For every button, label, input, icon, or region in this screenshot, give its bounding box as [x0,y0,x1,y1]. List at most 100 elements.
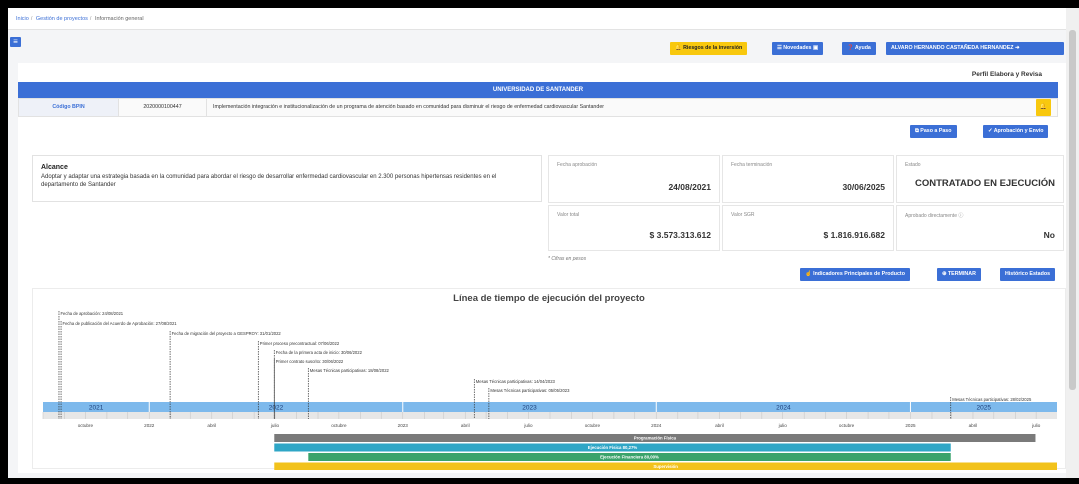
axis-tick-label: julio [270,423,280,428]
perfil-label: Perfil Elabora y Revisa [971,71,1042,78]
axis-tick-label: octubre [839,423,855,428]
event-label: Mesas Técnicas participativas: 05/05/202… [490,388,570,393]
event-label: Primer contrato suscrito: 30/06/2022 [276,359,344,364]
stat-valor-sgr: Valor SGR $ 1.816.916.682 [722,205,894,251]
bpin-label: Código BPIN [19,99,119,116]
terminar-button[interactable]: ⊕ TERMINAR [937,268,981,281]
event-label: Primer proceso precontractual: 07/06/202… [260,341,340,346]
axis-tick-label: octubre [585,423,601,428]
ayuda-button[interactable]: ❓ Ayuda [842,42,876,55]
terminar-label: TERMINAR [947,271,976,277]
aprobacion-label: Aprobación y Envío [993,128,1044,134]
axis-tick-label: abril [207,423,216,428]
app-window: Inicio / Gestión de proyectos / Informació… [8,8,1066,478]
stat-value: $ 3.573.313.612 [649,230,711,240]
stat-label: Fecha terminación [731,162,773,168]
year-label: 2022 [269,405,284,412]
sitemap-icon: ⧉ [915,128,919,134]
axis-tick-label: abril [461,423,470,428]
info-icon[interactable]: ⓘ [958,213,963,219]
stat-value: No [1043,230,1055,240]
user-menu-button[interactable]: ALVARO HERNANDO CASTAÑEDA HERNANDEZ ➜ [886,42,1064,55]
breadcrumb-section[interactable]: Gestión de proyectos [36,16,88,22]
stat-label: Estado [905,162,921,168]
stat-label: Aprobado directamente ⓘ [905,212,963,219]
event-label: Mesas Técnicas participativas: 18/08/202… [310,368,390,373]
check-icon: ✓ [988,128,993,134]
help-icon: ❓ [847,45,854,51]
top-bar: ≡ 🔔 Riesgos de la inversión ☰ Novedades … [8,31,1066,63]
axis-tick-label: julio [523,423,533,428]
riesgos-button[interactable]: 🔔 Riesgos de la inversión [670,42,748,55]
novedades-button[interactable]: ☰ Novedades ▣ [772,42,823,55]
stat-fecha-aprobacion: Fecha aprobación 24/08/2021 [548,155,720,203]
menu-icon[interactable]: ≡ [10,37,21,47]
stat-value: 24/08/2021 [668,182,711,192]
alcance-panel: Alcance Adoptar y adaptar una estrategia… [32,155,542,202]
circle-check-icon: ⊕ [942,271,947,277]
stat-label: Valor total [557,212,580,218]
breadcrumb-home[interactable]: Inicio [16,16,29,22]
badge-icon: ▣ [812,45,818,51]
project-description: Implementación integración e institucion… [213,104,605,110]
year-label: 2023 [522,405,537,412]
indicadores-button[interactable]: ☝ Indicadores Principales de Producto [800,268,910,281]
ayuda-label: Ayuda [854,45,871,51]
year-label: 2021 [89,405,104,412]
aprobacion-envio-button[interactable]: ✓ Aprobación y Envío [983,125,1049,138]
axis-tick-label: julio [778,423,788,428]
timeline-bar-label: Ejecución Física 80,27% [588,445,638,450]
event-label: Fecha de publicación del Acuerdo de Apro… [63,321,178,326]
axis-tick-label: 2025 [905,423,916,428]
stat-value: $ 1.816.916.682 [823,230,885,240]
timeline-panel: Línea de tiempo de ejecución del proyect… [32,288,1066,470]
user-name: ALVARO HERNANDO CASTAÑEDA HERNANDEZ [891,45,1014,51]
paso-label: Paso a Paso [920,128,952,134]
axis-tick-label: octubre [331,423,347,428]
year-label: 2025 [976,405,991,412]
timeline-bar-label: Ejecución Financiera 80,00% [600,455,659,460]
breadcrumb-current: Información general [94,16,144,22]
stat-value: 30/06/2025 [842,182,885,192]
bell-icon: 🔔 [675,45,682,51]
stat-aprobado: Aprobado directamente ⓘ No [896,205,1064,251]
axis-tick-label: julio [1031,423,1041,428]
year-label: 2024 [776,405,791,412]
axis-tick-label: abril [969,423,978,428]
timeline-bar-label: Programación Física [634,436,677,441]
logout-icon: ➜ [1015,45,1020,51]
event-label: Fecha de migración del proyecto a GESPRO… [172,331,282,336]
alcance-text: Adoptar y adaptar una estrategia basada … [41,174,497,188]
pointer-icon: ☝ [805,271,812,277]
historico-label: Histórico Estados [1005,271,1051,277]
axis-tick-label: 2022 [144,423,155,428]
stat-estado: Estado CONTRATADO EN EJECUCIÓN [896,155,1064,203]
timeline-bar-label: Supervisión [653,464,678,469]
novedades-label: Novedades [783,45,812,51]
scrollbar-thumb[interactable] [1069,30,1076,390]
event-label: Fecha de la primera acta de inicio: 30/0… [276,350,363,355]
event-label: Mesas Técnicas participativas: 28/02/202… [952,397,1032,402]
paso-a-paso-button[interactable]: ⧉ Paso a Paso [910,125,957,138]
bpin-row: Código BPIN 2020000100447 Implementación… [18,98,1058,117]
year-band [43,402,1057,412]
project-card: Perfil Elabora y Revisa UNIVERSIDAD DE S… [18,63,1066,473]
stat-fecha-terminacion: Fecha terminación 30/06/2025 [722,155,894,203]
alcance-title: Alcance [41,164,68,171]
breadcrumb: Inicio / Gestión de proyectos / Informació… [8,8,1066,30]
stat-label: Fecha aprobación [557,162,598,168]
axis-tick-label: octubre [78,423,94,428]
stat-value: CONTRATADO EN EJECUCIÓN [914,178,1055,189]
historico-button[interactable]: Histórico Estados [1000,268,1056,281]
timeline-chart: 2021 2022 2023 2024 2025 octubre 2022 abril juli… [42,311,1057,470]
event-label: Mesas Técnicas participativas: 14/04/202… [476,379,556,384]
bell-icon: 🔔 [1039,104,1048,110]
cifras-note: * Cifras en pesos [548,256,587,262]
axis-tick-label: 2024 [651,423,662,428]
aprobado-label-text: Aprobado directamente [905,213,957,219]
alert-bell-button[interactable]: 🔔 [1036,99,1051,116]
event-label: Fecha de aprobación: 24/08/2021 [60,311,123,316]
stat-valor-total: Valor total $ 3.573.313.612 [548,205,720,251]
university-header: UNIVERSIDAD DE SANTANDER [18,82,1058,98]
riesgos-label: Riesgos de la inversión [683,45,743,51]
